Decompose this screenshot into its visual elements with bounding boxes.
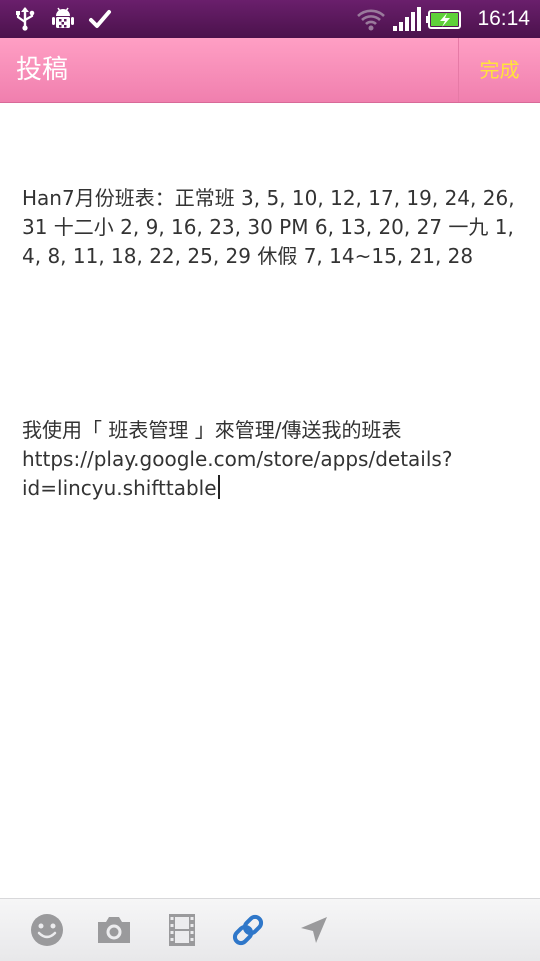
location-icon bbox=[301, 917, 327, 943]
done-button[interactable]: 完成 bbox=[459, 38, 540, 102]
android-debug-icon bbox=[52, 7, 74, 28]
post-editor[interactable]: Han7月份班表：正常班 3, 5, 10, 12, 17, 19, 24, 2… bbox=[0, 103, 540, 898]
post-paragraph-app-link: 我使用「 班表管理 」來管理/傳送我的班表 https://play.googl… bbox=[22, 416, 518, 503]
link-icon bbox=[232, 914, 264, 946]
status-bar: 16:14 bbox=[0, 0, 540, 38]
page-title: 投稿 bbox=[16, 55, 69, 85]
status-time: 16:14 bbox=[477, 7, 530, 30]
checkmark-icon bbox=[89, 10, 111, 28]
video-button[interactable] bbox=[160, 909, 204, 951]
app-link-text: 我使用「 班表管理 」來管理/傳送我的班表 https://play.googl… bbox=[22, 418, 453, 500]
battery-charging-icon bbox=[426, 10, 461, 29]
usb-icon bbox=[16, 7, 35, 31]
camera-icon bbox=[98, 917, 130, 943]
link-button[interactable] bbox=[226, 909, 270, 951]
emoji-button[interactable] bbox=[25, 909, 69, 951]
video-icon bbox=[169, 914, 195, 946]
bottom-toolbar bbox=[0, 898, 540, 961]
wifi-icon bbox=[357, 9, 385, 31]
camera-button[interactable] bbox=[92, 909, 136, 951]
title-bar: 投稿 完成 bbox=[0, 38, 540, 103]
emoji-icon bbox=[31, 914, 63, 946]
post-paragraph-schedule: Han7月份班表：正常班 3, 5, 10, 12, 17, 19, 24, 2… bbox=[22, 186, 521, 268]
location-button[interactable] bbox=[292, 909, 336, 951]
signal-icon bbox=[393, 7, 421, 31]
text-cursor bbox=[217, 475, 220, 499]
post-text-area[interactable]: Han7月份班表：正常班 3, 5, 10, 12, 17, 19, 24, 2… bbox=[22, 126, 518, 561]
